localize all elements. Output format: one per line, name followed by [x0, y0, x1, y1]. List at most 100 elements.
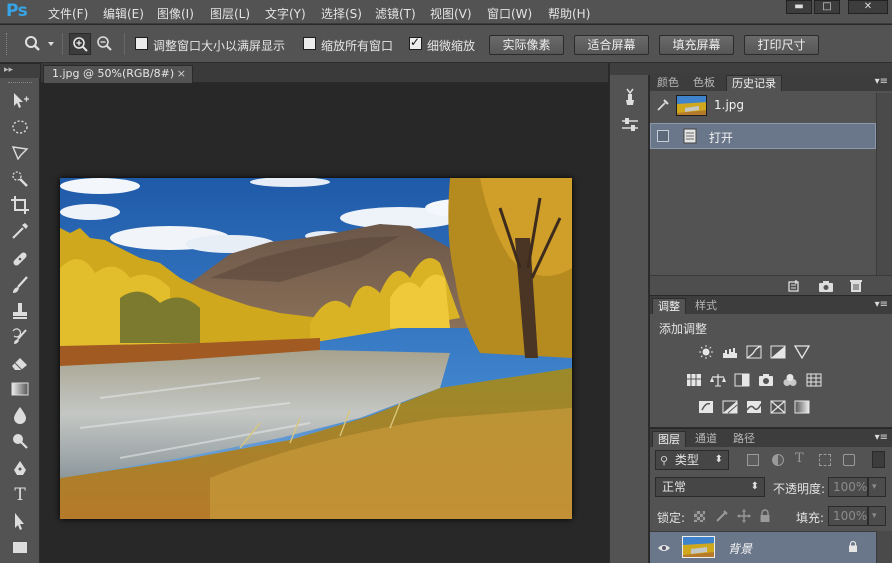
menu-window[interactable]: 窗口(W): [487, 5, 532, 22]
opacity-input[interactable]: 100%: [828, 477, 868, 497]
history-brush-panel-icon[interactable]: [618, 85, 642, 109]
strip-collapse-icon[interactable]: [610, 63, 650, 75]
scrubby-zoom-checkbox[interactable]: [409, 35, 422, 50]
levels-icon[interactable]: [722, 345, 738, 359]
document-tab[interactable]: 1.jpg @ 50%(RGB/8#) ×: [43, 65, 193, 83]
hue-saturation-icon[interactable]: [686, 373, 702, 387]
history-brush-tool-icon[interactable]: [8, 326, 32, 348]
blur-tool-icon[interactable]: [8, 404, 32, 426]
layers-scrollbar[interactable]: [876, 531, 892, 563]
layer-name[interactable]: 背景: [728, 540, 752, 557]
vibrance-icon[interactable]: [793, 345, 811, 360]
exposure-icon[interactable]: [770, 345, 786, 359]
eye-visibility-icon[interactable]: [657, 542, 671, 552]
channel-mixer-icon[interactable]: [782, 373, 798, 387]
fill-screen-button[interactable]: 填充屏幕: [659, 35, 734, 55]
tab-paths[interactable]: 路径: [728, 431, 760, 447]
fill-dropdown-icon[interactable]: ▾: [868, 506, 886, 526]
menu-file[interactable]: 文件(F): [48, 5, 88, 22]
tab-layers[interactable]: 图层: [652, 431, 686, 447]
tools-collapse-icon[interactable]: ▸▸: [0, 64, 40, 78]
clone-stamp-tool-icon[interactable]: [8, 300, 32, 322]
layer-row-background[interactable]: 背景: [650, 531, 876, 563]
tab-color[interactable]: 颜色: [652, 75, 684, 91]
filter-shape-layers-icon[interactable]: [819, 454, 831, 466]
menu-edit[interactable]: 编辑(E): [103, 5, 144, 22]
eyedropper-tool-icon[interactable]: [8, 220, 32, 242]
brightness-contrast-icon[interactable]: [698, 345, 714, 359]
resize-windows-checkbox[interactable]: [135, 37, 148, 50]
new-document-from-state-icon[interactable]: [786, 279, 802, 293]
crop-tool-icon[interactable]: [8, 194, 32, 216]
zoom-all-windows-checkbox[interactable]: [303, 37, 316, 50]
trash-icon[interactable]: [848, 279, 864, 293]
selective-color-icon[interactable]: [770, 400, 786, 414]
minimize-button[interactable]: ▬: [786, 0, 812, 14]
color-lookup-icon[interactable]: [806, 373, 822, 387]
opacity-dropdown-icon[interactable]: ▾: [868, 477, 886, 497]
fit-screen-button[interactable]: 适合屏幕: [574, 35, 649, 55]
photo-filter-icon[interactable]: [758, 373, 774, 387]
tab-styles[interactable]: 样式: [690, 298, 722, 314]
filter-adjustment-layers-icon[interactable]: [772, 454, 784, 466]
marquee-tool-icon[interactable]: [8, 116, 32, 138]
tab-channels[interactable]: 通道: [690, 431, 722, 447]
camera-snapshot-icon[interactable]: [818, 279, 834, 293]
lock-transparent-pixels-icon[interactable]: [694, 511, 705, 522]
zoom-out-icon[interactable]: [94, 33, 116, 55]
options-grip[interactable]: [6, 33, 9, 55]
layer-filter-select[interactable]: ⚲ 类型 ⬍: [655, 450, 729, 470]
menu-image[interactable]: 图像(I): [157, 5, 194, 22]
brush-tool-icon[interactable]: [8, 274, 32, 296]
rectangle-tool-icon[interactable]: [8, 536, 32, 558]
pen-tool-icon[interactable]: [8, 458, 32, 480]
posterize-icon[interactable]: [722, 400, 738, 414]
properties-panel-icon[interactable]: [618, 113, 642, 137]
blend-mode-select[interactable]: 正常 ⬍: [655, 477, 765, 497]
tab-history[interactable]: 历史记录: [726, 75, 782, 91]
eraser-tool-icon[interactable]: [8, 352, 32, 374]
panel-menu-icon[interactable]: ▾≡: [875, 432, 888, 443]
zoom-in-icon[interactable]: [69, 33, 91, 55]
close-button[interactable]: ✕: [848, 0, 888, 14]
print-size-button[interactable]: 打印尺寸: [744, 35, 819, 55]
healing-brush-tool-icon[interactable]: [8, 248, 32, 270]
filter-type-layers-icon[interactable]: T: [795, 451, 804, 466]
tab-swatches[interactable]: 色板: [688, 75, 720, 91]
history-snapshot-row[interactable]: 1.jpg: [650, 93, 876, 119]
dodge-tool-icon[interactable]: [8, 430, 32, 452]
lock-all-icon[interactable]: [759, 509, 771, 523]
panel-menu-icon[interactable]: ▾≡: [875, 299, 888, 310]
filter-toggle-icon[interactable]: [872, 451, 885, 468]
fill-input[interactable]: 100%: [828, 506, 868, 526]
invert-icon[interactable]: [698, 400, 714, 414]
filter-smart-objects-icon[interactable]: [843, 454, 855, 466]
menu-select[interactable]: 选择(S): [321, 5, 362, 22]
close-tab-icon[interactable]: ×: [177, 66, 186, 82]
menu-help[interactable]: 帮助(H): [548, 5, 590, 22]
move-tool-icon[interactable]: [8, 90, 32, 112]
menu-filter[interactable]: 滤镜(T): [375, 5, 416, 22]
color-balance-icon[interactable]: [710, 373, 726, 387]
black-white-icon[interactable]: [734, 373, 750, 387]
state-checkbox[interactable]: [657, 130, 669, 142]
type-tool-icon[interactable]: T: [8, 484, 32, 506]
menu-layer[interactable]: 图层(L): [210, 5, 250, 22]
lock-position-icon[interactable]: [737, 509, 751, 523]
tab-adjustments[interactable]: 调整: [652, 298, 686, 314]
quick-selection-tool-icon[interactable]: [8, 168, 32, 190]
history-state-open[interactable]: 打开: [650, 123, 876, 149]
gradient-map-icon[interactable]: [794, 400, 810, 414]
actual-pixels-button[interactable]: 实际像素: [489, 35, 564, 55]
curves-icon[interactable]: [746, 345, 762, 359]
zoom-tool-preset-icon[interactable]: [22, 34, 56, 54]
threshold-icon[interactable]: [746, 400, 762, 414]
menu-type[interactable]: 文字(Y): [265, 5, 306, 22]
history-scrollbar[interactable]: [876, 93, 892, 275]
menu-view[interactable]: 视图(V): [430, 5, 472, 22]
canvas-area[interactable]: [41, 84, 608, 563]
filter-pixel-layers-icon[interactable]: [747, 454, 759, 466]
panel-menu-icon[interactable]: ▾≡: [875, 76, 888, 87]
document-image[interactable]: [60, 178, 572, 519]
path-selection-tool-icon[interactable]: [8, 510, 32, 532]
